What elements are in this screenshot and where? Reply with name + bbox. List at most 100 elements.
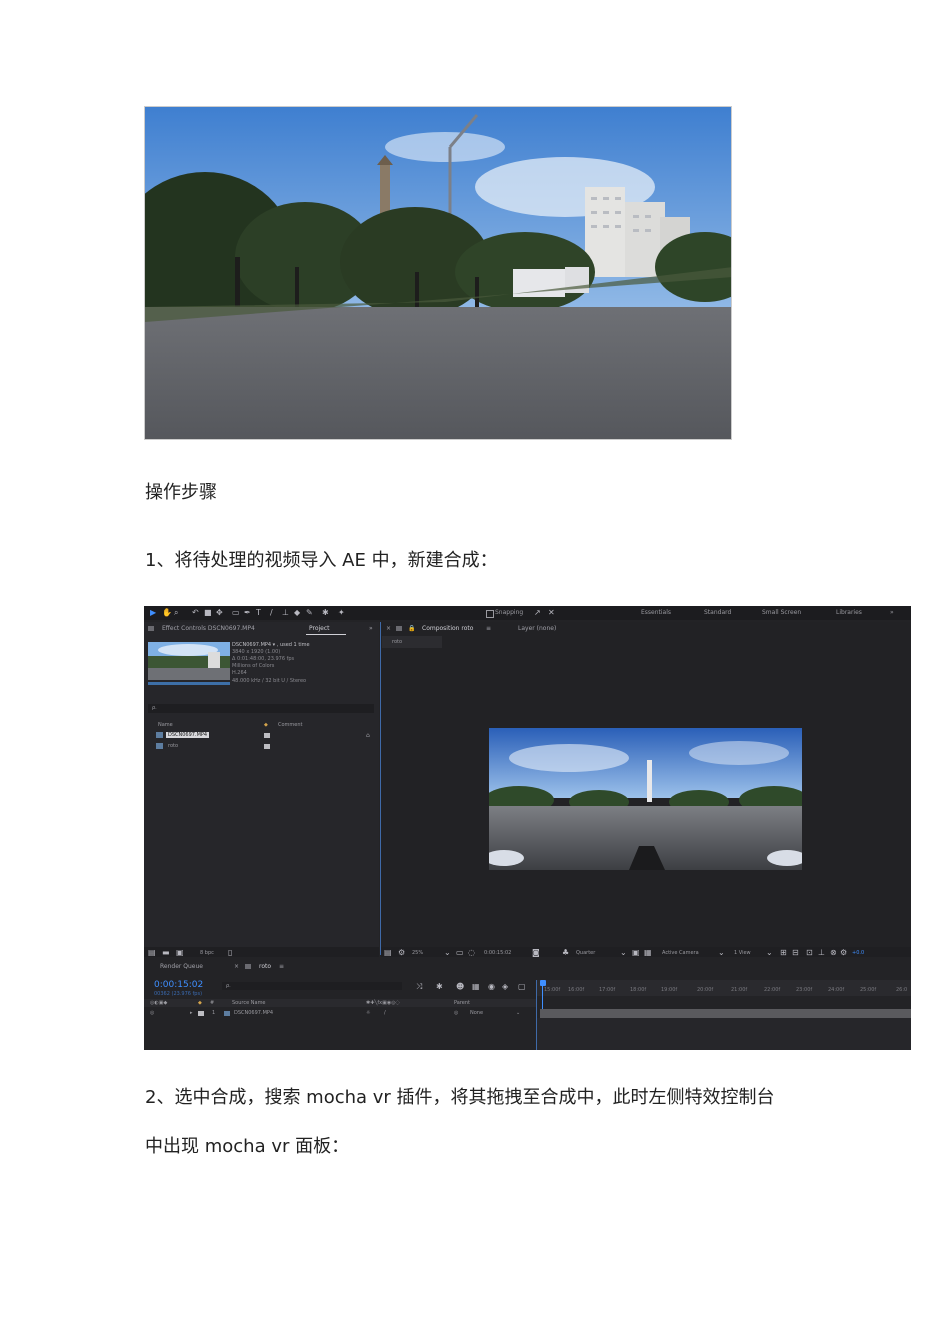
reset-exposure-icon[interactable]: ⊗	[830, 949, 838, 957]
workspace-libraries[interactable]: Libraries	[836, 609, 862, 616]
timeline-tab-menu-icon[interactable]: ≡	[279, 963, 284, 970]
snapshot-region-icon[interactable]: ◌	[468, 949, 476, 957]
camera-dropdown-icon[interactable]: ⌄	[718, 949, 726, 957]
parent-select[interactable]: None	[470, 1010, 483, 1016]
comp-tab-menu-icon[interactable]: ≡	[486, 625, 491, 632]
layer-label-swatch[interactable]	[198, 1011, 204, 1016]
project-search-input[interactable]: ρ.	[148, 704, 374, 713]
snapshot-icon[interactable]: ◙	[532, 949, 540, 957]
project-bpc[interactable]: 8 bpc	[200, 950, 214, 956]
pan-behind-tool-icon[interactable]: ✥	[216, 609, 224, 617]
panel-menu-icon[interactable]	[148, 626, 154, 631]
expand-panel-icon[interactable]: »	[369, 625, 373, 632]
timeline-layer-row[interactable]: ◎ ▸ 1 DSCN0697.MP4 ☼ / ◎ None ⌄	[144, 1009, 911, 1018]
shape-tool-icon[interactable]: ▭	[232, 609, 240, 617]
tab-composition[interactable]: Composition roto	[422, 625, 473, 632]
parent-header[interactable]: Parent	[454, 1000, 470, 1006]
delete-item-icon[interactable]: ▯	[228, 949, 236, 957]
tab-effect-controls[interactable]: Effect Controls DSCN0697.MP4	[162, 625, 255, 632]
project-item-comp[interactable]: roto	[148, 742, 374, 751]
exposure-value[interactable]: +0.0	[852, 950, 864, 956]
comp-breadcrumb[interactable]: roto	[382, 636, 442, 648]
tab-layer[interactable]: Layer (none)	[518, 625, 556, 632]
exposure-icon[interactable]: ⚙	[840, 949, 848, 957]
av-switches-icon[interactable]: ◎◐▣◆	[150, 1000, 167, 1006]
zoom-dropdown-icon[interactable]: ⌄	[444, 949, 452, 957]
more-workspaces-button[interactable]: »	[890, 609, 894, 616]
timeline-search-input[interactable]: ρ.	[222, 982, 402, 990]
eraser-tool-icon[interactable]: ◆	[294, 609, 302, 617]
flowchart-icon[interactable]: ⊥	[818, 949, 826, 957]
workspace-small-screen[interactable]: Small Screen	[762, 609, 801, 616]
new-folder-icon[interactable]: ▬	[162, 949, 170, 957]
text-tool-icon[interactable]: T	[256, 609, 264, 617]
layer-switches-header-icon[interactable]: ✱✚╲fx▣◉◎◌	[366, 1000, 400, 1006]
lock-icon[interactable]: 🔒	[408, 625, 415, 632]
timeline-menu-icon[interactable]	[245, 964, 251, 969]
roto-brush-tool-icon[interactable]: ✎	[306, 609, 314, 617]
close-timeline-tab-icon[interactable]: ×	[234, 963, 239, 970]
tab-timeline-roto[interactable]: roto	[259, 963, 271, 970]
motion-blur-icon[interactable]: ◉	[488, 983, 496, 991]
snap-keyframes-icon[interactable]: ▢	[518, 983, 526, 991]
graph-editor-icon[interactable]: ◈	[502, 983, 510, 991]
resolution-dropdown-icon[interactable]: ⌄	[620, 949, 628, 957]
draft-3d-icon[interactable]: ✱	[436, 983, 444, 991]
layer-name[interactable]: DSCN0697.MP4	[234, 1010, 273, 1016]
fast-preview-icon[interactable]: ⊟	[792, 949, 800, 957]
timeline-timecode[interactable]: 0:00:15:02	[154, 980, 203, 990]
layer-quality-switch-icon[interactable]: /	[384, 1010, 386, 1016]
interpret-footage-icon[interactable]: ▤	[148, 949, 156, 957]
tab-project[interactable]: Project	[309, 625, 330, 632]
comp-preview-viewer[interactable]	[489, 728, 802, 870]
zoom-tool-icon[interactable]: ⌕	[174, 609, 182, 617]
timeline-ruler[interactable]	[536, 980, 911, 996]
layer-number-header[interactable]: #	[210, 1000, 214, 1006]
expand-layer-icon[interactable]: ▸	[190, 1010, 193, 1016]
comp-timecode[interactable]: 0:00:15:02	[484, 950, 511, 956]
snap-feature-icon[interactable]: ✕	[548, 609, 556, 617]
label-column-icon[interactable]: ◆	[264, 722, 268, 728]
parent-dropdown-icon[interactable]: ⌄	[516, 1010, 520, 1016]
clone-stamp-tool-icon[interactable]: ⊥	[282, 609, 290, 617]
rotate-tool-icon[interactable]: ↶	[192, 609, 200, 617]
preview-toggle-icon[interactable]: ▤	[384, 949, 392, 957]
toggle-pixel-aspect-icon[interactable]: ⊞	[780, 949, 788, 957]
snapping-checkbox[interactable]	[486, 610, 494, 618]
brush-tool-icon[interactable]: /	[270, 609, 278, 617]
column-name-header[interactable]: Name	[158, 722, 173, 728]
snap-options-icon[interactable]: ↗	[534, 609, 542, 617]
playhead-handle[interactable]	[540, 980, 546, 986]
label-header-icon[interactable]: ◆	[198, 1000, 202, 1006]
workspace-standard[interactable]: Standard	[704, 609, 731, 616]
layer-duration-bar[interactable]	[540, 1009, 911, 1018]
tab-render-queue[interactable]: Render Queue	[160, 963, 203, 970]
view-options-icon[interactable]: ⚙	[398, 949, 406, 957]
parent-pickwhip-icon[interactable]: ◎	[454, 1010, 458, 1016]
frame-blending-icon[interactable]: ▦	[472, 983, 480, 991]
resolution-select[interactable]: Quarter	[576, 950, 595, 956]
hierarchy-icon[interactable]: ⌂	[366, 732, 370, 739]
pen-tool-icon[interactable]: ✒	[244, 609, 252, 617]
selection-tool-icon[interactable]: ▶	[150, 609, 158, 617]
pin-tool-icon[interactable]: ✦	[338, 609, 346, 617]
views-dropdown-icon[interactable]: ⌄	[766, 949, 774, 957]
project-item-footage[interactable]: DSCN0697.MP4	[148, 731, 374, 740]
puppet-tool-icon[interactable]: ✱	[322, 609, 330, 617]
timeline-icon[interactable]: ⊡	[806, 949, 814, 957]
camera-tool-icon[interactable]: ■	[204, 609, 212, 617]
layer-shy-switch-icon[interactable]: ☼	[366, 1010, 370, 1016]
new-comp-icon[interactable]: ▣	[176, 949, 184, 957]
shy-layers-icon[interactable]: ☻	[456, 983, 464, 991]
comp-panel-menu-icon[interactable]	[396, 626, 402, 631]
region-of-interest-icon[interactable]: ▣	[632, 949, 640, 957]
label-color-swatch[interactable]	[264, 733, 270, 738]
comp-mini-flowchart-icon[interactable]: ⤨	[416, 983, 424, 991]
source-name-header[interactable]: Source Name	[232, 1000, 266, 1006]
zoom-select[interactable]: 25%	[412, 950, 423, 956]
column-comment-header[interactable]: Comment	[278, 722, 303, 728]
fit-view-icon[interactable]: ▭	[456, 949, 464, 957]
channel-icon[interactable]: ♣	[562, 949, 570, 957]
camera-select[interactable]: Active Camera	[662, 950, 699, 956]
visibility-eye-icon[interactable]: ◎	[150, 1010, 154, 1016]
